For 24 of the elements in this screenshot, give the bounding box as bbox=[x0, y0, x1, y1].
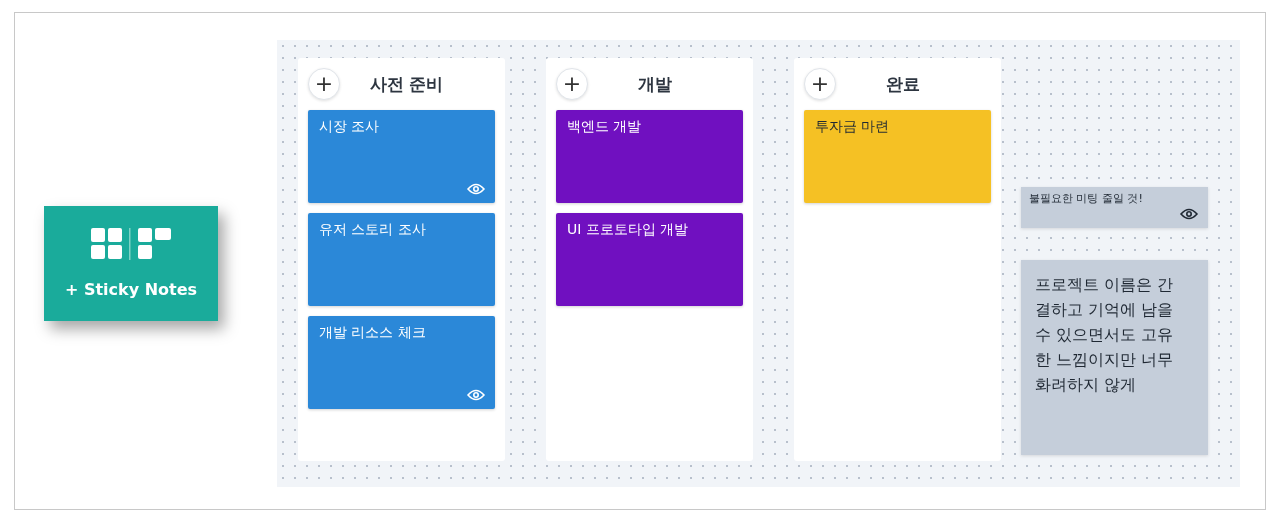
note-text: UI 프로토타입 개발 bbox=[567, 221, 689, 237]
column-title: 개발 bbox=[636, 72, 673, 96]
sticky-note[interactable]: 백엔드 개발 bbox=[556, 110, 743, 203]
add-note-button[interactable]: + bbox=[308, 68, 340, 100]
note-text: 프로젝트 이름은 간결하고 기억에 남을 수 있으면서도 고유한 느낌이지만 너무 화려하지 않게 bbox=[1035, 274, 1175, 396]
note-text: 유저 스토리 조사 bbox=[319, 221, 426, 237]
sticky-note[interactable]: 유저 스토리 조사 bbox=[308, 213, 495, 306]
add-note-button[interactable]: + bbox=[556, 68, 588, 100]
sticky-notes-icon bbox=[91, 228, 171, 260]
note-text: 투자금 마련 bbox=[815, 118, 890, 134]
note-text: 불필요한 미팅 줄일 것! bbox=[1029, 192, 1143, 205]
column-title: 완료 bbox=[884, 72, 921, 96]
note-text: 백엔드 개발 bbox=[567, 118, 642, 134]
sticky-note[interactable]: 투자금 마련 bbox=[804, 110, 991, 203]
add-note-button[interactable]: + bbox=[804, 68, 836, 100]
sticky-note[interactable]: 시장 조사 bbox=[308, 110, 495, 203]
sticky-note[interactable]: 개발 리소스 체크 bbox=[308, 316, 495, 409]
note-text: 개발 리소스 체크 bbox=[319, 324, 426, 340]
sticky-note[interactable]: UI 프로토타입 개발 bbox=[556, 213, 743, 306]
note-text: 시장 조사 bbox=[319, 118, 380, 134]
sticky-note[interactable]: 프로젝트 이름은 간결하고 기억에 남을 수 있으면서도 고유한 느낌이지만 너무 화려하지 않게 bbox=[1021, 260, 1208, 455]
eye-icon[interactable] bbox=[1180, 208, 1198, 220]
column-title: 사전 준비 bbox=[368, 72, 445, 96]
sticky-note[interactable]: 불필요한 미팅 줄일 것! bbox=[1021, 187, 1208, 228]
